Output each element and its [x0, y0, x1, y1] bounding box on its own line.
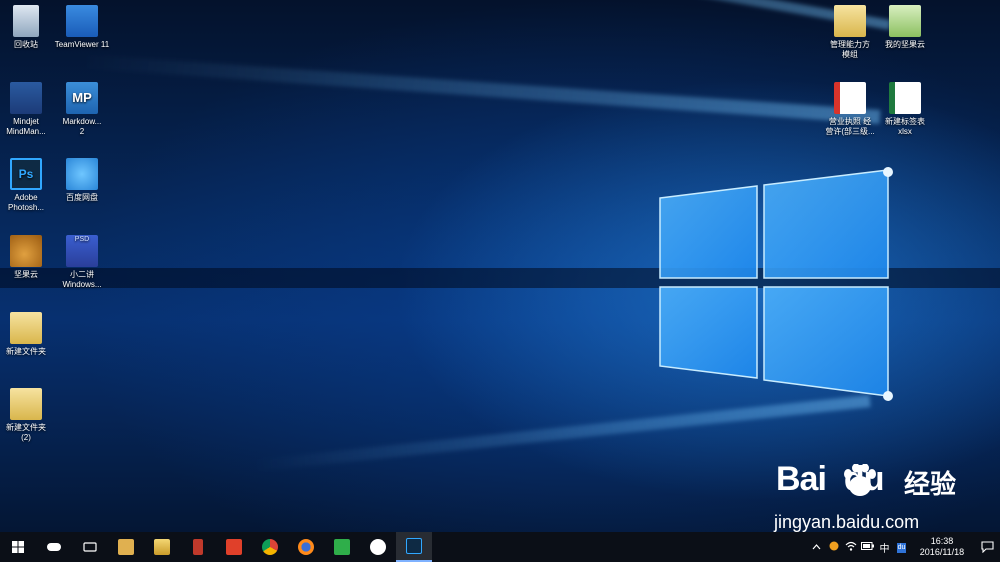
markdown-icon-image: MP — [66, 82, 98, 114]
right-folder-icon[interactable]: 管理能力方 模组 — [819, 5, 881, 60]
desktop: 回收站 TeamViewer 11 Mindjet MindMan... MP … — [0, 0, 1000, 532]
my-jianguoyun-icon[interactable]: 我的坚果云 — [874, 5, 936, 50]
network-button[interactable] — [842, 541, 859, 553]
recycle-bin-icon[interactable]: 回收站 — [0, 5, 57, 50]
icon-label: (2) — [21, 433, 31, 442]
icon-label: 管理能力方 — [830, 40, 870, 49]
taskbar: 中 du 16:38 2016/11/18 — [0, 532, 1000, 562]
battery-icon — [861, 542, 874, 550]
taskbar-app-chrome[interactable] — [252, 532, 288, 562]
photoshop-icon-image: Ps — [10, 158, 42, 190]
task-view-icon — [83, 542, 97, 552]
system-tray: 中 du 16:38 2016/11/18 — [808, 532, 1000, 562]
baidu-netdisk-icon-image — [66, 158, 98, 190]
action-center-button[interactable] — [974, 532, 1000, 562]
new-folder-icon[interactable]: 新建文件夹 — [0, 312, 57, 357]
notification-icon — [980, 541, 994, 553]
firefox-icon — [298, 539, 314, 555]
windows-start-icon — [12, 541, 24, 553]
clock-date: 2016/11/18 — [919, 547, 965, 557]
search-button[interactable] — [36, 532, 72, 562]
search-icon — [47, 543, 61, 551]
icon-label: Adobe — [14, 193, 38, 202]
taskbar-app-wechat[interactable] — [360, 532, 396, 562]
psd-file-icon-image: PSD — [66, 235, 98, 267]
teamviewer-icon-image — [66, 5, 98, 37]
taskbar-app-2[interactable] — [216, 532, 252, 562]
wifi-icon — [845, 541, 856, 551]
jianguoyun-icon[interactable]: 坚果云 — [0, 235, 57, 280]
markdown-icon[interactable]: MP Markdow... 2 — [51, 82, 113, 137]
photoshop-icon[interactable]: Ps Adobe Photosh... — [0, 158, 57, 213]
icon-label: xlsx — [898, 127, 912, 136]
paw-icon — [844, 464, 876, 496]
folder-icon — [154, 539, 170, 555]
wechat-icon — [370, 539, 386, 555]
folder-icon — [10, 312, 42, 344]
teamviewer-icon[interactable]: TeamViewer 11 — [51, 5, 113, 50]
icon-label: MindMan... — [6, 127, 46, 136]
icon-label: 模组 — [842, 50, 858, 59]
mindjet-icon-image — [10, 82, 42, 114]
tray-app-icon — [829, 541, 838, 551]
folder-icon — [834, 5, 866, 37]
mindjet-icon[interactable]: Mindjet MindMan... — [0, 82, 57, 137]
nut-icon — [10, 235, 42, 267]
taskbar-app-jianguoyun[interactable] — [108, 532, 144, 562]
taskbar-app-firefox[interactable] — [288, 532, 324, 562]
pdf-icon — [834, 82, 866, 114]
icon-label: TeamViewer 11 — [54, 40, 110, 49]
watermark-url: jingyan.baidu.com — [774, 512, 920, 532]
folder-icon — [118, 539, 134, 555]
show-hidden-icons-button[interactable] — [808, 542, 825, 552]
taskbar-app-3[interactable] — [324, 532, 360, 562]
icon-label: 回收站 — [14, 40, 38, 49]
chevron-up-icon — [812, 544, 821, 550]
ime-button[interactable]: 中 — [876, 540, 893, 555]
app-icon — [334, 539, 350, 555]
icon-label: 新建文件夹 — [6, 423, 46, 432]
chrome-icon — [262, 539, 278, 555]
clock[interactable]: 16:38 2016/11/18 — [910, 536, 974, 558]
app-icon — [226, 539, 242, 555]
tray-app-button[interactable] — [825, 541, 842, 553]
watermark-brand-cn: 经验 — [904, 469, 957, 499]
xlsx-file-icon[interactable]: 新建标签表 xlsx — [874, 82, 936, 137]
pdf-file-icon[interactable]: 营业执照 经 营许(部三级... — [819, 82, 881, 137]
recycle-bin-icon-image — [13, 5, 39, 37]
icon-label: 新建文件夹 — [6, 347, 46, 356]
new-folder-2-icon[interactable]: 新建文件夹 (2) — [0, 388, 57, 443]
battery-button[interactable] — [859, 542, 876, 552]
icon-label: 新建标签表 — [885, 117, 925, 126]
taskbar-app-explorer[interactable] — [144, 532, 180, 562]
tray-du-button[interactable]: du — [893, 541, 910, 553]
app-icon — [193, 539, 203, 555]
start-button[interactable] — [0, 532, 36, 562]
icon-label: Windows... — [62, 280, 102, 289]
clock-time: 16:38 — [930, 536, 954, 546]
icon-label: 营业执照 经 — [828, 117, 872, 126]
folder-icon — [889, 5, 921, 37]
baidu-jingyan-watermark: Baidu 经验 jingyan.baidu.com — [754, 460, 1000, 532]
photoshop-icon — [406, 538, 422, 554]
taskbar-app-photoshop[interactable] — [396, 532, 432, 562]
baidu-netdisk-icon[interactable]: 百度网盘 — [51, 158, 113, 203]
icon-label: 百度网盘 — [66, 193, 98, 202]
icon-label: 坚果云 — [14, 270, 38, 279]
icon-label: 我的坚果云 — [885, 40, 925, 49]
task-view-button[interactable] — [72, 532, 108, 562]
excel-icon — [889, 82, 921, 114]
icon-label: Mindjet — [13, 117, 39, 126]
icon-label: Markdow... — [62, 117, 102, 126]
icon-label: 小二讲 — [70, 270, 94, 279]
icon-label: 2 — [79, 127, 85, 136]
windows-logo — [659, 167, 893, 401]
psd-file-icon[interactable]: PSD 小二讲 Windows... — [51, 235, 113, 290]
watermark-brand-left: Bai — [776, 460, 827, 498]
folder-icon — [10, 388, 42, 420]
icon-label: 营许(部三级... — [825, 127, 875, 136]
icon-label: Photosh... — [7, 203, 45, 212]
tray-du-badge: du — [896, 543, 907, 553]
taskbar-app-1[interactable] — [180, 532, 216, 562]
